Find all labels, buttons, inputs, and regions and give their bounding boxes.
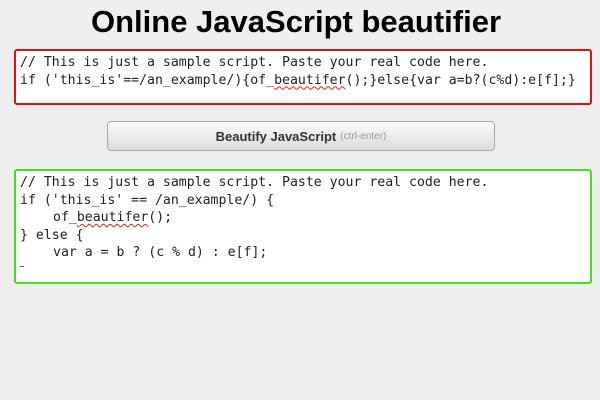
code-text: if ('this_is'==/an_example/){of_ [20,72,275,88]
misspelled-word: beautifer [76,210,149,225]
input-code-line: if ('this_is'==/an_example/){of_beautife… [20,72,590,90]
beautify-button-label: Beautify JavaScript [215,128,337,144]
source-code-input[interactable]: // This is just a sample script. Paste y… [14,49,592,105]
output-code-line: // This is just a sample script. Paste y… [20,175,489,190]
output-code-line: var a = b ? (c % d) : e[f]; [53,245,268,260]
code-text: ();}else{var a=b?(c%d):e[f];} [345,72,576,88]
beautify-button[interactable]: Beautify JavaScript (ctrl-enter) [107,121,495,151]
page-title: Online JavaScript beautifier [90,4,502,39]
shortcut-hint: (ctrl-enter) [340,130,387,142]
output-code-line: if ('this_is' == /an_example/) { [20,192,275,208]
output-code-line: of_beautifer(); [20,209,590,227]
code-text: of_ [53,210,77,225]
code-text: (); [148,210,173,225]
text-cursor [20,265,24,267]
beautified-code-output[interactable]: // This is just a sample script. Paste y… [14,169,592,284]
input-code-line: // This is just a sample script. Paste y… [20,55,489,70]
misspelled-word: beautifer [274,72,346,88]
output-code-line: } else { [20,227,84,243]
